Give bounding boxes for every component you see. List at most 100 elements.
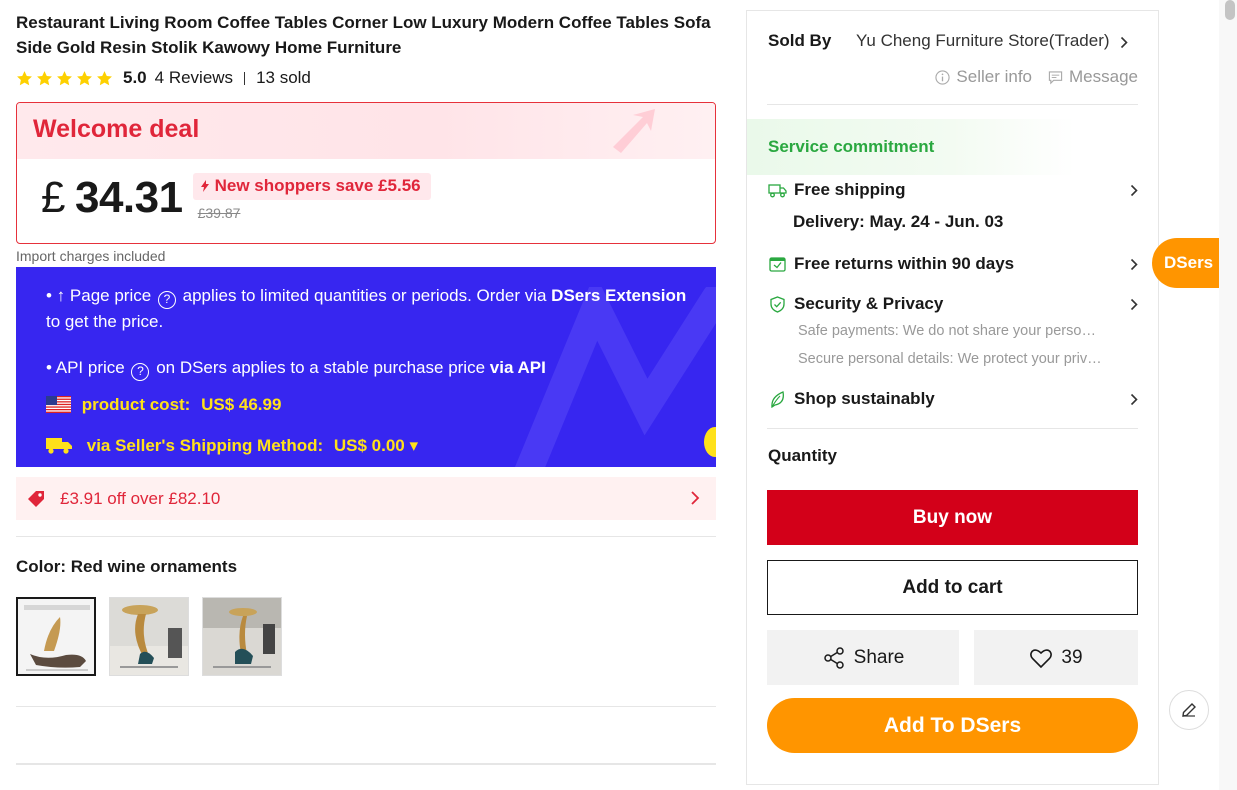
via-api-link[interactable]: via API bbox=[490, 358, 546, 377]
edit-button[interactable] bbox=[1169, 690, 1209, 730]
currency-symbol: £ bbox=[41, 173, 65, 222]
page-price-label: • ↑ Page price bbox=[46, 286, 152, 305]
chevron-down-icon[interactable]: ▾ bbox=[410, 436, 419, 455]
star-icon bbox=[37, 70, 52, 85]
rating-row: 5.0 4 Reviews 13 sold bbox=[16, 66, 311, 90]
scrollbar-thumb[interactable] bbox=[1225, 0, 1235, 20]
chevron-right-icon[interactable] bbox=[1120, 36, 1128, 49]
security-detail-personal: Secure personal details: We protect your… bbox=[798, 351, 1103, 367]
sold-by-label: Sold By bbox=[768, 31, 832, 50]
sustainable-label: Shop sustainably bbox=[794, 389, 935, 408]
star-rating bbox=[16, 70, 113, 87]
help-icon[interactable]: ? bbox=[131, 362, 150, 381]
color-option-thumbnail[interactable] bbox=[16, 597, 96, 676]
shipping-cost-value: US$ 0.00 bbox=[333, 436, 405, 455]
divider bbox=[767, 104, 1138, 105]
message-link[interactable]: Message bbox=[1048, 67, 1138, 87]
divider bbox=[244, 71, 246, 85]
share-button[interactable]: Share bbox=[767, 630, 959, 685]
down-arrow-icon bbox=[200, 180, 209, 192]
product-title: Restaurant Living Room Coffee Tables Cor… bbox=[16, 13, 711, 57]
coupon-text: £3.91 off over £82.10 bbox=[60, 488, 221, 508]
free-returns-item[interactable]: Free returns within 90 days bbox=[768, 254, 1138, 274]
seller-info-link[interactable]: Seller info bbox=[935, 67, 1032, 87]
scrollbar-track[interactable] bbox=[1219, 0, 1237, 790]
pencil-icon bbox=[1182, 703, 1196, 717]
shield-icon bbox=[770, 295, 785, 313]
leaf-icon bbox=[771, 390, 784, 408]
seller-links: Seller info Message bbox=[935, 67, 1138, 87]
page-price-note: • ↑ Page price ? applies to limited quan… bbox=[46, 283, 706, 334]
shop-sustainably-item[interactable]: Shop sustainably bbox=[768, 389, 1138, 409]
product-image bbox=[203, 598, 281, 675]
free-returns-label: Free returns within 90 days bbox=[794, 254, 1015, 273]
share-label: Share bbox=[853, 646, 905, 668]
color-options bbox=[16, 597, 282, 676]
seller-info-label: Seller info bbox=[956, 67, 1033, 86]
save-amount: £5.56 bbox=[378, 176, 421, 195]
star-icon bbox=[17, 70, 32, 85]
star-icon bbox=[77, 70, 92, 85]
new-shopper-badge: New shoppers save £5.56 bbox=[192, 173, 431, 200]
welcome-deal-box: Welcome deal £34.31 New shoppers save £5… bbox=[16, 102, 716, 244]
store-link[interactable]: Yu Cheng Furniture Store(Trader) bbox=[856, 31, 1110, 51]
dsers-extension-link[interactable]: DSers Extension bbox=[551, 286, 686, 305]
savings: New shoppers save £5.56 £39.87 bbox=[192, 173, 431, 221]
current-price: £34.31 bbox=[41, 173, 183, 223]
deal-header: Welcome deal bbox=[17, 103, 715, 159]
chevron-right-icon bbox=[1130, 298, 1138, 310]
original-price: £39.87 bbox=[197, 205, 241, 221]
product-cost-row: product cost: US$ 46.99 bbox=[46, 392, 281, 417]
sold-by-row: Sold By Yu Cheng Furniture Store(Trader) bbox=[768, 31, 1138, 51]
color-option-thumbnail[interactable] bbox=[202, 597, 282, 676]
page-price-text: applies to limited quantities or periods… bbox=[182, 286, 547, 305]
shipping-method-row[interactable]: via Seller's Shipping Method: US$ 0.00 ▾ bbox=[46, 433, 418, 458]
wishlist-button[interactable]: 39 bbox=[974, 630, 1138, 685]
save-text: New shoppers save bbox=[214, 176, 374, 195]
api-price-label: • API price bbox=[46, 358, 125, 377]
price-row: £34.31 New shoppers save £5.56 £39.87 bbox=[41, 173, 431, 223]
star-icon bbox=[97, 70, 112, 85]
page-price-text-end: to get the price. bbox=[46, 311, 164, 331]
sold-count: 13 sold bbox=[256, 68, 311, 87]
coupon-bar[interactable]: £3.91 off over £82.10 bbox=[16, 477, 716, 520]
delivery-dates: Delivery: May. 24 - Jun. 03 bbox=[793, 212, 1123, 232]
security-privacy-item[interactable]: Security & Privacy bbox=[768, 294, 1138, 314]
share-icon bbox=[823, 646, 844, 669]
us-flag-icon bbox=[46, 396, 71, 413]
product-image bbox=[18, 599, 94, 674]
coupon-tag-icon bbox=[28, 490, 44, 507]
truck-icon bbox=[768, 183, 787, 197]
delivery-label: Delivery: May. 24 - Jun. 03 bbox=[793, 212, 1004, 231]
dsers-price-panel: • ↑ Page price ? applies to limited quan… bbox=[16, 267, 716, 467]
add-to-cart-button[interactable]: Add to cart bbox=[767, 560, 1138, 615]
api-price-text: on DSers applies to a stable purchase pr… bbox=[156, 358, 486, 377]
help-icon[interactable]: ? bbox=[157, 290, 176, 309]
price-value: 34.31 bbox=[74, 173, 183, 222]
divider bbox=[16, 536, 716, 537]
dsers-side-tab[interactable]: DSers bbox=[1152, 238, 1219, 288]
arrow-decoration-icon bbox=[613, 109, 655, 153]
add-to-dsers-button[interactable]: Add To DSers bbox=[767, 698, 1138, 753]
chevron-right-icon bbox=[1130, 184, 1138, 196]
divider bbox=[767, 428, 1138, 429]
security-detail-payments: Safe payments: We do not share your pers… bbox=[798, 323, 1103, 339]
message-icon bbox=[1048, 70, 1063, 84]
color-label: Color: bbox=[16, 557, 67, 576]
buy-now-button[interactable]: Buy now bbox=[767, 490, 1138, 545]
import-note: Import charges included bbox=[16, 248, 166, 264]
reviews-link[interactable]: 4 Reviews bbox=[155, 68, 233, 88]
product-cost-label: product cost: bbox=[81, 395, 191, 414]
free-shipping-label: Free shipping bbox=[794, 180, 906, 199]
color-option-thumbnail[interactable] bbox=[109, 597, 189, 676]
color-selector-label: Color: Red wine ornaments bbox=[16, 557, 237, 577]
chevron-right-icon bbox=[691, 491, 700, 505]
truck-icon bbox=[46, 438, 72, 454]
rating-value: 5.0 bbox=[123, 68, 147, 87]
api-price-note: • API price ? on DSers applies to a stab… bbox=[46, 355, 546, 381]
info-icon bbox=[935, 69, 951, 85]
free-shipping-item[interactable]: Free shipping bbox=[768, 180, 1138, 200]
color-value: Red wine ornaments bbox=[70, 557, 238, 576]
purchase-panel: Sold By Yu Cheng Furniture Store(Trader)… bbox=[746, 10, 1159, 785]
divider bbox=[16, 706, 716, 707]
